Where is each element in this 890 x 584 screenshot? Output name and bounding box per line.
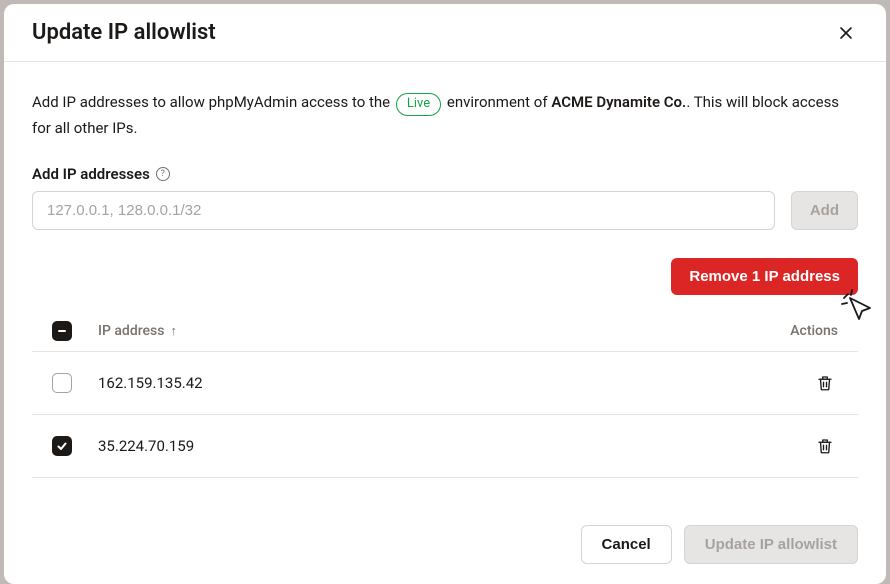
remove-ip-button[interactable]: Remove 1 IP address [671, 258, 858, 295]
delete-row-button[interactable] [768, 370, 838, 396]
add-ip-label-row: Add IP addresses ? [32, 165, 858, 183]
sort-ascending-icon: ↑ [170, 323, 177, 339]
close-button[interactable] [834, 21, 858, 45]
table-row: 162.159.135.42 [32, 352, 858, 415]
org-name: ACME Dynamite Co. [551, 93, 686, 111]
ip-address-cell: 35.224.70.159 [98, 437, 768, 455]
actions-column-header: Actions [768, 323, 838, 339]
modal-header: Update IP allowlist [4, 4, 886, 62]
trash-icon [816, 437, 834, 455]
ip-address-cell: 162.159.135.42 [98, 374, 768, 392]
row-checkbox[interactable] [52, 436, 72, 456]
cancel-button[interactable]: Cancel [581, 525, 672, 564]
table-header-row: IP address ↑ Actions [32, 313, 858, 352]
close-icon [839, 26, 853, 40]
add-ip-row: Add [32, 191, 858, 230]
ip-column-header[interactable]: IP address ↑ [98, 323, 768, 339]
environment-badge: Live [396, 93, 441, 116]
row-checkbox[interactable] [52, 373, 72, 393]
remove-bar: Remove 1 IP address [32, 258, 858, 295]
update-ip-allowlist-modal: Update IP allowlist Add IP addresses to … [4, 4, 886, 584]
modal-title: Update IP allowlist [32, 20, 216, 45]
table-row: 35.224.70.159 [32, 415, 858, 478]
modal-description: Add IP addresses to allow phpMyAdmin acc… [32, 90, 858, 141]
add-ip-label: Add IP addresses [32, 165, 150, 183]
add-button[interactable]: Add [791, 191, 858, 230]
select-all-cell [52, 321, 98, 341]
delete-row-button[interactable] [768, 433, 838, 459]
modal-body: Add IP addresses to allow phpMyAdmin acc… [4, 62, 886, 505]
ip-address-input[interactable] [32, 191, 775, 230]
help-icon[interactable]: ? [156, 167, 170, 181]
select-all-checkbox[interactable] [52, 321, 72, 341]
trash-icon [816, 374, 834, 392]
modal-footer: Cancel Update IP allowlist [4, 505, 886, 584]
update-allowlist-button[interactable]: Update IP allowlist [684, 525, 858, 564]
